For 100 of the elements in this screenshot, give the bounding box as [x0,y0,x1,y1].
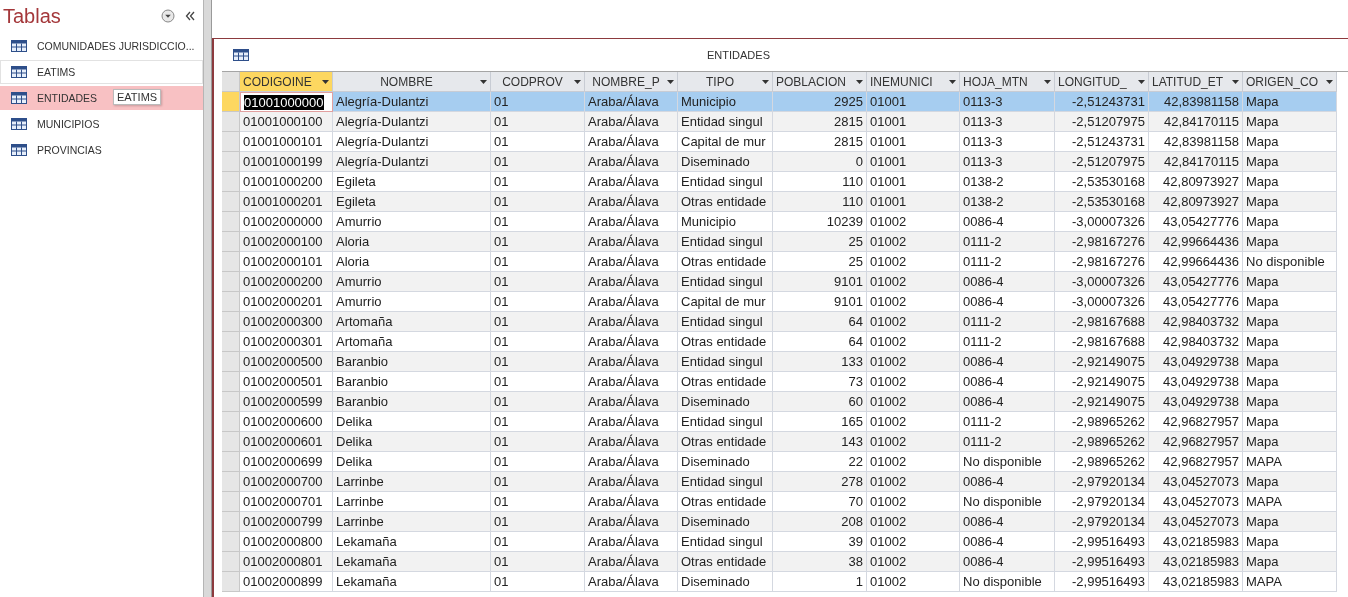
row-selector[interactable] [222,352,240,372]
row-selector[interactable] [222,332,240,352]
column-header[interactable]: HOJA_MTN [960,72,1055,92]
sort-caret-icon[interactable] [667,79,674,84]
sort-caret-icon[interactable] [480,79,487,84]
row-selector[interactable] [222,212,240,232]
table-cell: 01001000200 [240,172,333,192]
column-header[interactable]: LONGITUD_ [1055,72,1149,92]
row-selector[interactable] [222,292,240,312]
table-list-item[interactable]: PROVINCIAS [0,138,203,162]
table-cell: Diseminado [678,152,773,172]
column-header[interactable]: TIPO [678,72,773,92]
row-selector[interactable] [222,392,240,412]
collapse-icon[interactable] [185,11,195,21]
row-selector[interactable] [222,412,240,432]
sort-caret-icon[interactable] [949,79,956,84]
table-cell[interactable]: 01001000000 [240,92,333,112]
column-header[interactable]: NOMBRE_P [585,72,678,92]
sort-caret-icon[interactable] [1138,79,1145,84]
row-selector[interactable] [222,172,240,192]
row-selector[interactable] [222,152,240,172]
table-cell: 01002 [867,412,960,432]
sort-caret-icon[interactable] [1044,79,1051,84]
table-cell: 43,02185983 [1149,552,1243,572]
table-cell: -2,92149075 [1055,352,1149,372]
table-cell: 42,80973927 [1149,172,1243,192]
row-selector[interactable] [222,192,240,212]
row-selector[interactable] [222,252,240,272]
table-cell: 01 [491,432,585,452]
row-selector[interactable] [222,492,240,512]
table-cell: -2,53530168 [1055,192,1149,212]
row-selector[interactable] [222,112,240,132]
table-cell: 22 [773,452,867,472]
row-selector[interactable] [222,452,240,472]
table-cell: Entidad singul [678,532,773,552]
table-cell: 2925 [773,92,867,112]
column-header[interactable]: CODPROV [491,72,585,92]
sort-caret-icon[interactable] [856,79,863,84]
column-header[interactable]: POBLACION [773,72,867,92]
table-cell: 42,96827957 [1149,412,1243,432]
sort-caret-icon[interactable] [322,79,329,84]
column-header[interactable]: LATITUD_ET [1149,72,1243,92]
table-icon [233,49,249,61]
table-cell: 208 [773,512,867,532]
row-selector[interactable] [222,132,240,152]
table-cell: 0138-2 [960,192,1055,212]
row-selector[interactable] [222,472,240,492]
table-cell: Egileta [333,192,491,212]
sort-caret-icon[interactable] [574,79,581,84]
row-selector[interactable] [222,432,240,452]
table-icon [11,144,27,156]
table-cell: 0111-2 [960,312,1055,332]
row-selector[interactable] [222,572,240,592]
table-cell: -2,51207975 [1055,112,1149,132]
table-cell: Otras entidade [678,552,773,572]
table-cell: 01 [491,392,585,412]
table-cell: 01 [491,212,585,232]
row-selector[interactable] [222,512,240,532]
row-selector[interactable] [222,552,240,572]
table-cell: No disponible [960,452,1055,472]
table-cell: 01002 [867,532,960,552]
column-header[interactable]: INEMUNICI [867,72,960,92]
table-cell: 01002 [867,512,960,532]
table-cell: 0138-2 [960,172,1055,192]
table-cell: 165 [773,412,867,432]
row-selector[interactable] [222,92,240,112]
row-selector[interactable] [222,372,240,392]
column-header[interactable]: ORIGEN_CO [1243,72,1337,92]
table-cell: 0086-4 [960,292,1055,312]
column-header[interactable]: NOMBRE [333,72,491,92]
table-cell: Otras entidade [678,372,773,392]
table-cell: Entidad singul [678,232,773,252]
column-header[interactable]: CODIGOINE [240,72,333,92]
table-list-item[interactable]: MUNICIPIOS [0,112,203,136]
row-selector[interactable] [222,232,240,252]
select-all-corner[interactable] [222,72,240,92]
table-cell: 01001 [867,172,960,192]
table-cell: 01001000201 [240,192,333,212]
table-cell: Entidad singul [678,472,773,492]
table-list-item[interactable]: COMUNIDADES JURISDICCIO... [0,34,203,58]
sort-caret-icon[interactable] [762,79,769,84]
table-icon [11,66,27,78]
table-cell: Alegría-Dulantzi [333,132,491,152]
sort-caret-icon[interactable] [1232,79,1239,84]
table-list-item[interactable]: ENTIDADES EATIMS [0,86,203,110]
row-selector[interactable] [222,272,240,292]
table-list-item[interactable]: EATIMS [0,60,203,84]
row-selector[interactable] [222,532,240,552]
table-cell: 1 [773,572,867,592]
table-cell: Mapa [1243,192,1337,212]
table-cell: Mapa [1243,392,1337,412]
row-selector[interactable] [222,312,240,332]
table-cell: 43,02185983 [1149,532,1243,552]
table-cell: Baranbio [333,372,491,392]
pane-splitter[interactable] [203,0,212,597]
dropdown-icon[interactable] [161,9,175,23]
table-cell: 42,99664436 [1149,232,1243,252]
table-cell: Araba/Álava [585,532,678,552]
sort-caret-icon[interactable] [1326,79,1333,84]
table-cell: 43,05427776 [1149,272,1243,292]
